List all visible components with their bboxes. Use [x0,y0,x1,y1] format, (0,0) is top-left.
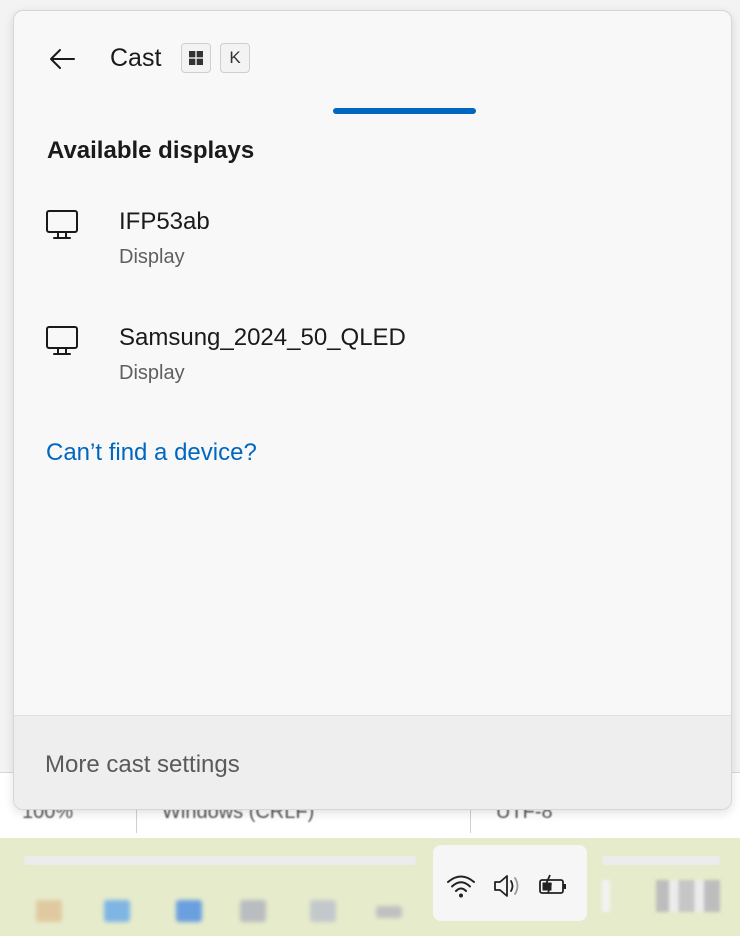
monitor-icon [46,326,78,355]
available-displays-heading: Available displays [47,137,255,164]
display-name: Samsung_2024_50_QLED [119,324,406,351]
back-button[interactable] [44,41,80,77]
system-tray-quick-settings[interactable] [433,845,587,921]
display-type: Display [119,246,185,268]
display-name: IFP53ab [119,208,210,235]
taskbar-app-icon[interactable] [176,900,202,922]
monitor-icon [46,210,78,239]
battery-charging-icon [539,874,566,894]
display-list: IFP53ab Display Samsung_2024_50_QLED Dis… [14,196,731,428]
display-item-ifp53ab[interactable]: IFP53ab Display [14,196,731,312]
volume-icon [494,875,519,897]
arrow-left-icon [50,49,75,69]
more-cast-settings-link[interactable]: More cast settings [45,751,240,779]
wifi-icon [447,875,475,898]
windows-logo-icon [189,51,203,65]
display-item-samsung-2024-50-qled[interactable]: Samsung_2024_50_QLED Display [14,312,731,428]
taskbar-divider [602,880,610,912]
taskbar-app-icon[interactable] [310,900,336,922]
taskbar-scroll-bar [24,856,416,865]
windows-key-badge [181,43,211,73]
cant-find-device-link[interactable]: Can’t find a device? [46,439,257,467]
taskbar-app-icon[interactable] [36,900,62,922]
flyout-footer: More cast settings [14,715,731,809]
search-progress-fill [333,108,476,114]
taskbar-app-icon[interactable] [104,900,130,922]
taskbar-clock[interactable] [656,880,720,912]
search-progress-bar [333,108,619,114]
taskbar-app-icon[interactable] [376,906,402,918]
cast-flyout: Cast K Available displays IFP53ab Displa… [13,10,732,810]
k-key-badge: K [220,43,250,73]
display-type: Display [119,362,185,384]
taskbar [0,838,740,936]
taskbar-scroll-bar [602,856,720,865]
taskbar-app-icon[interactable] [240,900,266,922]
flyout-title: Cast [110,44,162,72]
